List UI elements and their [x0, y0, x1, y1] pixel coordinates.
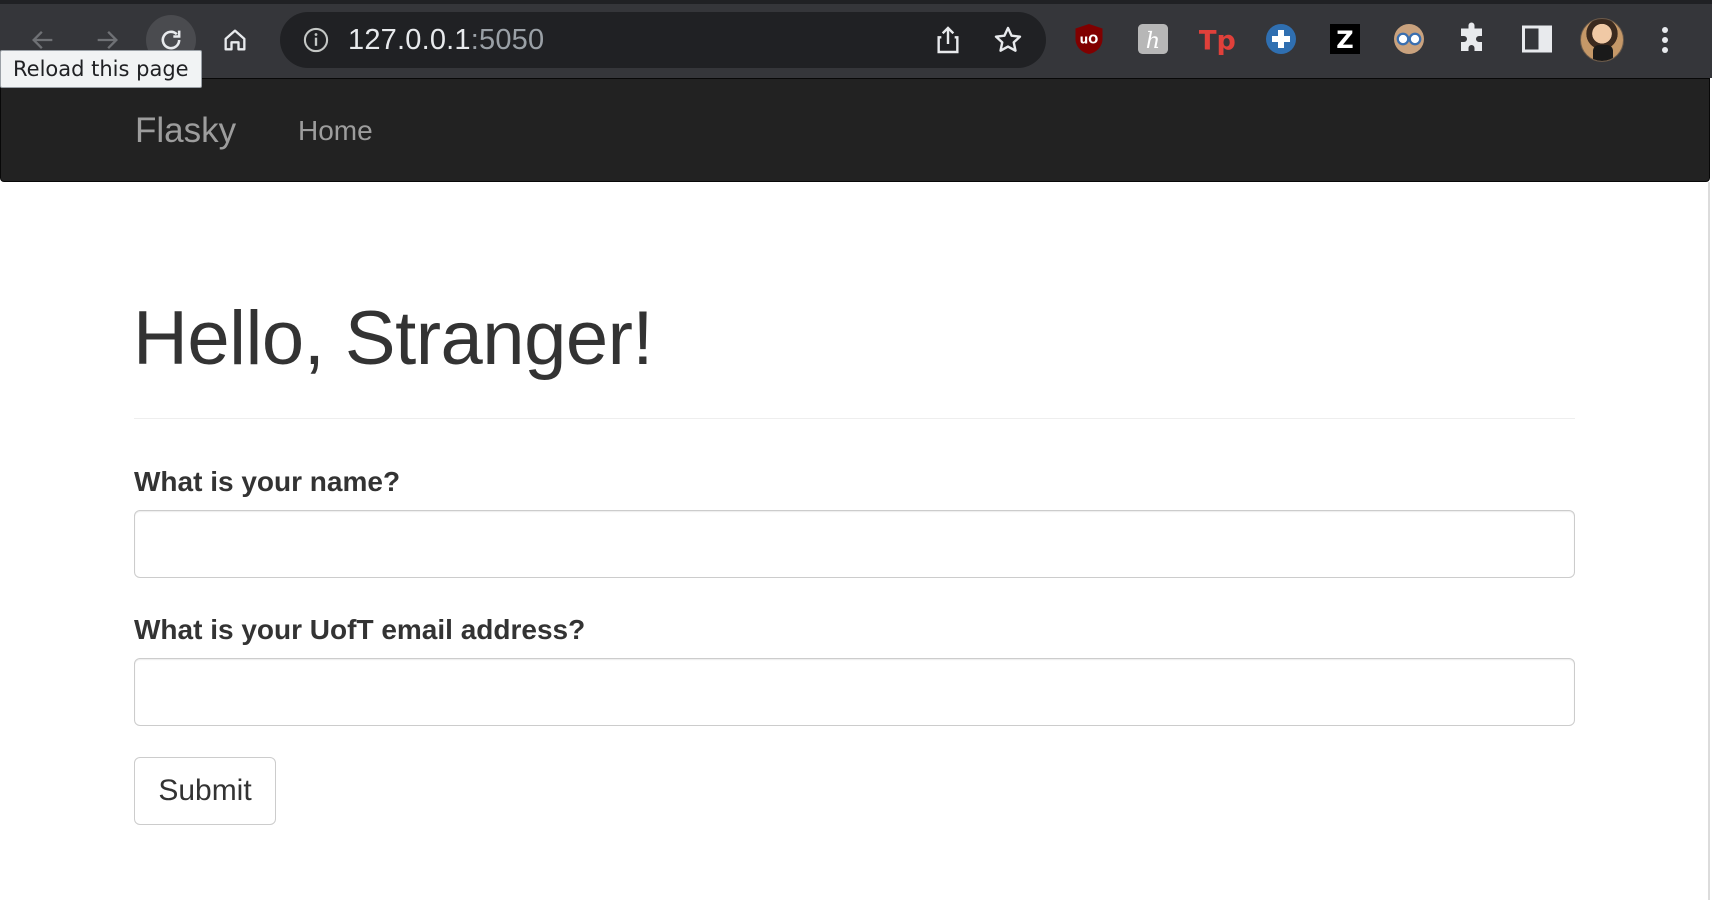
url-host: 127.0.0.1: [348, 24, 471, 56]
svg-text:uO: uO: [1080, 33, 1099, 47]
navbar-brand[interactable]: Flasky: [135, 111, 236, 151]
star-icon[interactable]: [992, 24, 1024, 56]
avatar[interactable]: [1580, 18, 1624, 62]
page-title: Hello, Stranger!: [133, 296, 654, 381]
email-input[interactable]: [134, 658, 1575, 726]
glasses-extension[interactable]: [1390, 20, 1428, 58]
glasses-ext-icon: [1394, 24, 1424, 54]
z-extension[interactable]: Z: [1326, 20, 1364, 58]
ublock-icon: uO: [1075, 24, 1103, 54]
address-url: 127.0.0.1:5050: [348, 24, 544, 57]
side-panel-button[interactable]: [1518, 20, 1556, 58]
honey-extension[interactable]: h: [1134, 20, 1172, 58]
home-button[interactable]: [210, 15, 260, 65]
url-port: :5050: [470, 24, 545, 56]
name-input[interactable]: [134, 510, 1575, 578]
plus-extension[interactable]: [1262, 20, 1300, 58]
tp-extension[interactable]: Tp: [1198, 20, 1236, 58]
nav-item-home[interactable]: Home: [298, 115, 373, 147]
tp-icon: Tp: [1199, 26, 1235, 57]
email-label: What is your UofT email address?: [134, 614, 586, 645]
z-ext-icon: Z: [1330, 24, 1360, 54]
title-divider: [134, 418, 1575, 419]
svg-text:Z: Z: [1336, 26, 1353, 54]
plus-ext-icon: [1266, 24, 1296, 54]
submit-button[interactable]: Submit: [134, 757, 276, 825]
page-scroll-edge: [1708, 182, 1710, 900]
address-bar[interactable]: 127.0.0.1:5050: [280, 12, 1046, 68]
navbar: Flasky Home: [0, 78, 1710, 182]
menu-icon[interactable]: [1650, 20, 1680, 60]
reload-tooltip: Reload this page: [0, 50, 202, 88]
svg-text:h: h: [1146, 28, 1161, 54]
honey-icon: h: [1138, 24, 1168, 54]
share-icon[interactable]: [932, 24, 964, 56]
tab-strip-edge: [0, 0, 1712, 4]
browser-toolbar: 127.0.0.1:5050 uO h Tp Z: [0, 0, 1712, 78]
home-icon: [224, 29, 246, 51]
name-label: What is your name?: [134, 466, 401, 497]
info-icon[interactable]: [302, 26, 330, 54]
sidepanel-icon: [1522, 25, 1552, 53]
ublock-extension[interactable]: uO: [1070, 20, 1108, 58]
extensions-button[interactable]: [1454, 20, 1492, 58]
svg-text:Tp: Tp: [1199, 26, 1235, 57]
extensions-icon: [1461, 22, 1482, 51]
